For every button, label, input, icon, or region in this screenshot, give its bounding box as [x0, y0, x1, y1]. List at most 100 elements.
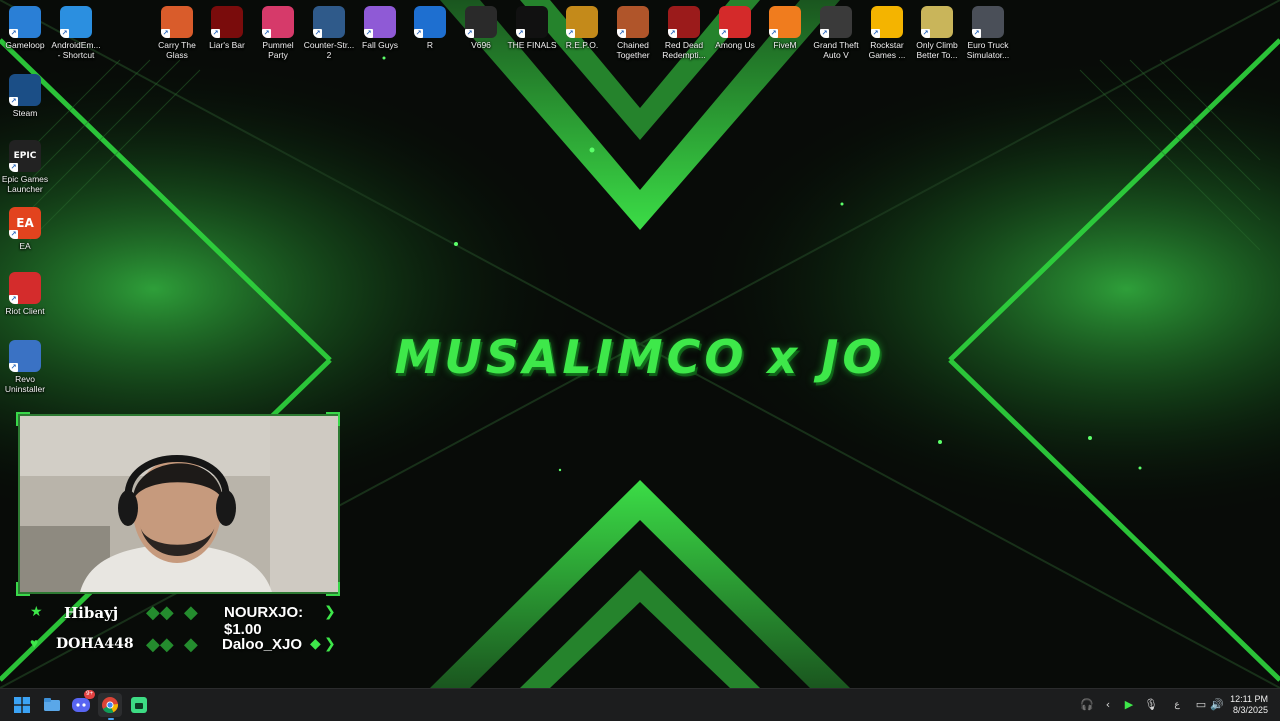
desktop-icon-android-emulator[interactable]: ↗ AndroidEm... - Shortcut: [50, 6, 102, 60]
shortcut-arrow-icon: ↗: [414, 29, 423, 38]
riot-client-icon: ↗: [9, 272, 41, 304]
desktop-icon-label: Chained Together: [616, 40, 650, 60]
volume-icon[interactable]: 🔊: [1210, 697, 1224, 713]
chained-together-icon: ↗: [617, 6, 649, 38]
android-emulator-icon: ↗: [60, 6, 92, 38]
desktop-icon-gta-v[interactable]: ↗ Grand Theft Auto V: [810, 6, 862, 60]
desktop-icon-label: Riot Client: [5, 306, 45, 316]
desktop-icon-the-finals[interactable]: ↗ THE FINALS: [506, 6, 558, 50]
desktop-icon-label: Pummel Party: [262, 40, 294, 60]
diamond-icon: ◆: [310, 635, 321, 651]
epic-games-icon: EPIC ↗: [9, 140, 41, 172]
icon-glyph: EPIC: [13, 151, 37, 161]
shortcut-arrow-icon: ↗: [262, 29, 271, 38]
fall-guys-icon: ↗: [364, 6, 396, 38]
counter-strike-icon: ↗: [313, 6, 345, 38]
system-clock[interactable]: 12:11 PM 8/3/2025: [1230, 694, 1268, 716]
shortcut-arrow-icon: ↗: [9, 29, 18, 38]
stream-alerts: ★ Hibayj ◆◆ ◆ NOURXJO: $1.00 ❯ ♥ DOHA448…: [18, 598, 336, 662]
latest-subscriber: DOHA448: [56, 636, 134, 652]
desktop-icon-chained-together[interactable]: ↗ Chained Together: [607, 6, 659, 60]
desktop-icon-counter-strike[interactable]: ↗ Counter-Str... 2: [303, 6, 355, 60]
liars-bar-icon: ↗: [211, 6, 243, 38]
app-launcher-button[interactable]: [127, 693, 151, 717]
shortcut-arrow-icon: ↗: [617, 29, 626, 38]
chrome-button[interactable]: [98, 693, 122, 717]
taskbar: 9+ 🎧 ‹ ▶ 🎙 ع ▭ 🔊 12:11 PM 8/3/2025: [0, 688, 1280, 721]
latest-cheer: Daloo_XJO: [222, 636, 303, 653]
carry-the-glass-icon: ↗: [161, 6, 193, 38]
desktop-icon-liars-bar[interactable]: ↗ Liar's Bar: [201, 6, 253, 50]
clock-date: 8/3/2025: [1232, 705, 1268, 715]
desktop-icon-v696[interactable]: ↗ V696: [455, 6, 507, 50]
discord-button[interactable]: 9+: [69, 690, 95, 717]
shortcut-arrow-icon: ↗: [364, 29, 373, 38]
diamond-deco-icon: ◆: [184, 602, 198, 622]
star-icon: ★: [30, 603, 43, 619]
desktop-icon-label: Epic Games Launcher: [1, 174, 49, 194]
shortcut-arrow-icon: ↗: [769, 29, 778, 38]
desktop-icon-label: Only Climb Better To...: [916, 40, 958, 60]
play-icon[interactable]: ▶: [1122, 697, 1136, 713]
desktop-icon-label: Counter-Str... 2: [303, 40, 355, 60]
webcam-feed-image: [20, 416, 338, 592]
desktop-icon-label: Red Dead Redempti...: [662, 40, 706, 60]
desktop-icon-label: Carry The Glass: [158, 40, 196, 60]
desktop-icon-only-climb[interactable]: ↗ Only Climb Better To...: [911, 6, 963, 60]
file-explorer-button[interactable]: [40, 693, 64, 717]
desktop-icon-carry-the-glass[interactable]: ↗ Carry The Glass: [151, 6, 203, 60]
ea-icon: EA ↗: [9, 207, 41, 239]
desktop-icon-repo[interactable]: ↗ R.E.P.O.: [556, 6, 608, 50]
steam-icon: ↗: [9, 74, 41, 106]
discord-icon: [72, 698, 90, 712]
desktop-icon-rocket-league[interactable]: ↗ R: [404, 6, 456, 50]
shortcut-arrow-icon: ↗: [9, 163, 18, 172]
start-button[interactable]: [10, 693, 34, 717]
desktop-icon-ea[interactable]: EA ↗ EA: [0, 207, 51, 251]
desktop-icon-label: V696: [471, 40, 491, 50]
network-icon[interactable]: ▭: [1194, 697, 1208, 713]
v696-icon: ↗: [465, 6, 497, 38]
fivem-icon: ↗: [769, 6, 801, 38]
desktop-icon-label: Rockstar Games ...: [868, 40, 906, 60]
shortcut-arrow-icon: ↗: [516, 29, 525, 38]
diamond-deco-icon: ◆◆: [146, 634, 174, 654]
desktop-icon-steam[interactable]: ↗ Steam: [0, 74, 51, 118]
notification-badge: 9+: [84, 690, 95, 699]
frame-corner: [326, 582, 340, 596]
headset-icon[interactable]: 🎧: [1080, 697, 1094, 713]
desktop-icon-label: FiveM: [773, 40, 797, 50]
desktop-icon-label: EA: [19, 241, 31, 251]
language-indicator[interactable]: ع: [1170, 697, 1184, 713]
shortcut-arrow-icon: ↗: [9, 97, 18, 106]
desktop-icon-among-us[interactable]: ↗ Among Us: [709, 6, 761, 50]
desktop-icon-riot-client[interactable]: ↗ Riot Client: [0, 272, 51, 316]
icon-glyph: EA: [16, 216, 34, 230]
chevron-left-icon[interactable]: ‹: [1101, 697, 1115, 713]
desktop-icon-fall-guys[interactable]: ↗ Fall Guys: [354, 6, 406, 50]
desktop-icon-revo-uninstaller[interactable]: ↗ Revo Uninstaller: [0, 340, 51, 394]
clock-time: 12:11 PM: [1230, 694, 1268, 704]
desktop-icon-red-dead[interactable]: ↗ Red Dead Redempti...: [658, 6, 710, 60]
euro-truck-icon: ↗: [972, 6, 1004, 38]
desktop-icon-fivem[interactable]: ↗ FiveM: [759, 6, 811, 50]
frame-corner: [16, 582, 30, 596]
desktop-icon-label: AndroidEm... - Shortcut: [51, 40, 101, 60]
desktop-icon-rockstar-games[interactable]: ↗ Rockstar Games ...: [861, 6, 913, 60]
shortcut-arrow-icon: ↗: [871, 29, 880, 38]
only-climb-icon: ↗: [921, 6, 953, 38]
shortcut-arrow-icon: ↗: [566, 29, 575, 38]
desktop-icon-euro-truck[interactable]: ↗ Euro Truck Simulator...: [962, 6, 1014, 60]
microphone-icon[interactable]: 🎙: [1144, 697, 1158, 713]
desktop-icon-label: Revo Uninstaller: [4, 374, 46, 394]
desktop-icon-gameloop[interactable]: ↗ Gameloop: [0, 6, 51, 50]
frame-corner: [326, 412, 340, 426]
desktop-icon-epic-games[interactable]: EPIC ↗ Epic Games Launcher: [0, 140, 51, 194]
chevron-right-icon: ❯: [324, 603, 336, 619]
android-icon: [131, 697, 147, 713]
desktop-icon-label: Steam: [12, 108, 38, 118]
folder-icon: [44, 698, 60, 711]
desktop-icon-pummel-party[interactable]: ↗ Pummel Party: [252, 6, 304, 60]
gameloop-icon: ↗: [9, 6, 41, 38]
webcam-frame: [18, 414, 340, 594]
